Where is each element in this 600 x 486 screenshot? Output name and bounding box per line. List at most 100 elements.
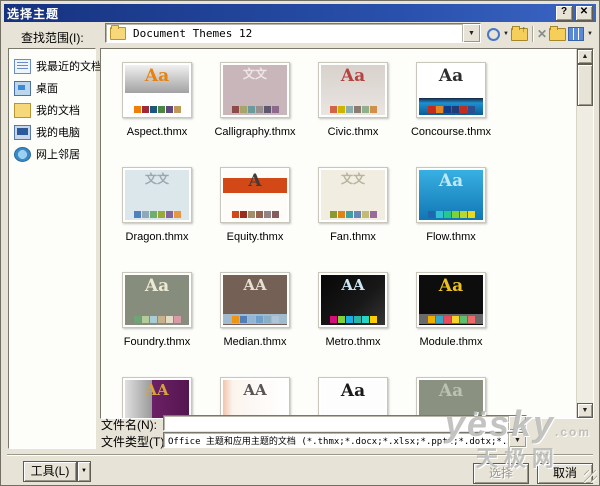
file-type-dropdown-button[interactable]: ▼ xyxy=(508,433,526,447)
look-in-value: Document Themes 12 xyxy=(129,27,462,40)
vertical-scrollbar[interactable]: ▲ ▼ xyxy=(576,49,593,418)
theme-thumbnail: Aa xyxy=(122,62,192,118)
dialog-toolbar: ▼ ↑ ✕ ▼ xyxy=(487,24,597,44)
theme-file-name: Flow.thmx xyxy=(426,231,476,243)
theme-tile[interactable]: 文文Dragon.thmx xyxy=(108,167,206,272)
theme-thumbnail: Aa xyxy=(122,272,192,328)
select-theme-dialog: 选择主题 ? ✕ 查找范围(I): Document Themes 12 ▼ ▼… xyxy=(0,0,600,486)
theme-color-swatches xyxy=(125,104,189,114)
theme-color-swatches xyxy=(419,314,483,324)
theme-tile[interactable]: Aa Civic.thmx xyxy=(304,62,402,167)
look-in-combobox[interactable]: Document Themes 12 ▼ xyxy=(105,23,481,43)
theme-sample-letters: 文文 xyxy=(125,173,189,185)
theme-color-swatches xyxy=(321,314,385,324)
help-icon[interactable]: ? xyxy=(555,5,573,21)
chevron-down-icon: ▼ xyxy=(514,437,521,444)
places-sidebar: 我最近的文档 桌面 我的文档 我的电脑 网上邻居 xyxy=(8,48,96,449)
theme-tile[interactable]: Aa xyxy=(402,377,500,418)
up-arrow-icon: ↑ xyxy=(521,25,526,34)
chevron-down-icon: ▼ xyxy=(514,420,521,427)
chevron-down-icon: ▼ xyxy=(81,468,87,474)
theme-sample-letters: AA xyxy=(223,278,287,293)
file-type-value: Office 主题和应用主题的文档 (*.thmx;*.docx;*.xlsx;… xyxy=(164,434,508,447)
theme-sample-letters: Aa xyxy=(321,383,385,400)
views-dropdown-icon[interactable]: ▼ xyxy=(587,31,593,37)
tools-button[interactable]: 工具(L) xyxy=(23,461,77,482)
theme-tile[interactable]: AA Median.thmx xyxy=(206,272,304,377)
theme-file-name: Module.thmx xyxy=(420,336,483,348)
theme-thumbnail: 文文 xyxy=(318,167,388,223)
resize-grip[interactable] xyxy=(584,470,597,483)
up-one-level-icon[interactable]: ↑ xyxy=(511,28,528,41)
theme-thumbnail: AA xyxy=(220,272,290,328)
theme-sample-letters: Aa xyxy=(419,173,483,190)
theme-file-name: Foundry.thmx xyxy=(124,336,190,348)
new-folder-icon[interactable] xyxy=(549,28,566,41)
my-computer-icon xyxy=(14,125,31,140)
back-icon[interactable] xyxy=(487,28,500,41)
desktop-icon xyxy=(14,81,31,96)
theme-sample-letters: Aa xyxy=(125,278,189,295)
look-in-dropdown-button[interactable]: ▼ xyxy=(462,24,480,42)
theme-thumbnail: Aa xyxy=(416,167,486,223)
theme-tile[interactable]: Aa Foundry.thmx xyxy=(108,272,206,377)
theme-thumbnail: Aa xyxy=(318,62,388,118)
theme-thumbnail: 文文 xyxy=(220,62,290,118)
chevron-down-icon: ▼ xyxy=(468,30,475,37)
theme-thumbnail: Aa xyxy=(416,62,486,118)
theme-tile[interactable]: AA Metro.thmx xyxy=(304,272,402,377)
sidebar-item-my-computer[interactable]: 我的电脑 xyxy=(9,121,95,143)
bottom-separator xyxy=(7,454,593,456)
theme-tile[interactable]: AA xyxy=(108,377,206,418)
title-bar[interactable]: 选择主题 ? ✕ xyxy=(4,4,596,22)
theme-tile[interactable]: Aa xyxy=(304,377,402,418)
theme-sample-letters: Aa xyxy=(321,68,385,85)
file-name-label: 文件名(N): xyxy=(101,416,157,433)
theme-tile[interactable]: AaModule.thmx xyxy=(402,272,500,377)
views-icon[interactable] xyxy=(568,27,584,41)
theme-tile[interactable]: AA xyxy=(206,377,304,418)
theme-sample-letters: Aa xyxy=(125,68,189,85)
file-type-combobox[interactable]: Office 主题和应用主题的文档 (*.thmx;*.docx;*.xlsx;… xyxy=(163,432,527,448)
scroll-down-icon[interactable]: ▼ xyxy=(577,403,593,418)
theme-tile[interactable]: Aa Concourse.thmx xyxy=(402,62,500,167)
theme-tile[interactable]: 文文 Calligraphy.thmx xyxy=(206,62,304,167)
theme-color-swatches xyxy=(125,314,189,324)
network-places-icon xyxy=(14,147,31,162)
recent-documents-icon xyxy=(14,59,31,74)
theme-thumbnail: AA xyxy=(318,272,388,328)
sidebar-item-recent-documents[interactable]: 我最近的文档 xyxy=(9,55,95,77)
delete-icon[interactable]: ✕ xyxy=(537,27,547,41)
folder-icon xyxy=(110,27,126,40)
watermark-suffix: .com xyxy=(555,425,591,439)
sidebar-item-desktop[interactable]: 桌面 xyxy=(9,77,95,99)
theme-sample-letters: AA xyxy=(321,278,385,293)
scrollbar-thumb[interactable] xyxy=(577,64,593,106)
theme-sample-letters: Aa xyxy=(419,68,483,85)
theme-file-name: Median.thmx xyxy=(224,336,287,348)
theme-color-swatches xyxy=(223,314,287,324)
theme-file-name: Civic.thmx xyxy=(328,126,379,138)
back-dropdown-icon[interactable]: ▼ xyxy=(503,31,509,37)
file-name-dropdown-button[interactable]: ▼ xyxy=(508,416,526,430)
theme-tile[interactable]: AaAspect.thmx xyxy=(108,62,206,167)
select-button[interactable]: 选择 xyxy=(473,463,529,484)
theme-tile[interactable]: 文文Fan.thmx xyxy=(304,167,402,272)
theme-tile[interactable]: AEquity.thmx xyxy=(206,167,304,272)
scroll-up-icon[interactable]: ▲ xyxy=(577,49,593,64)
file-name-combobox[interactable]: ▼ xyxy=(163,415,527,431)
sidebar-item-network-places[interactable]: 网上邻居 xyxy=(9,143,95,165)
dialog-title: 选择主题 xyxy=(7,5,553,22)
theme-file-name: Calligraphy.thmx xyxy=(214,126,295,138)
theme-thumbnail: A xyxy=(220,167,290,223)
theme-tile[interactable]: Aa Flow.thmx xyxy=(402,167,500,272)
theme-file-name: Metro.thmx xyxy=(325,336,380,348)
theme-file-name: Concourse.thmx xyxy=(411,126,491,138)
sidebar-item-label: 我的电脑 xyxy=(36,124,80,140)
close-icon[interactable]: ✕ xyxy=(575,5,593,21)
theme-color-swatches xyxy=(125,209,189,219)
theme-thumbnail: Aa xyxy=(416,377,486,418)
tools-dropdown-button[interactable]: ▼ xyxy=(77,461,91,482)
theme-color-swatches xyxy=(419,209,483,219)
sidebar-item-my-documents[interactable]: 我的文档 xyxy=(9,99,95,121)
